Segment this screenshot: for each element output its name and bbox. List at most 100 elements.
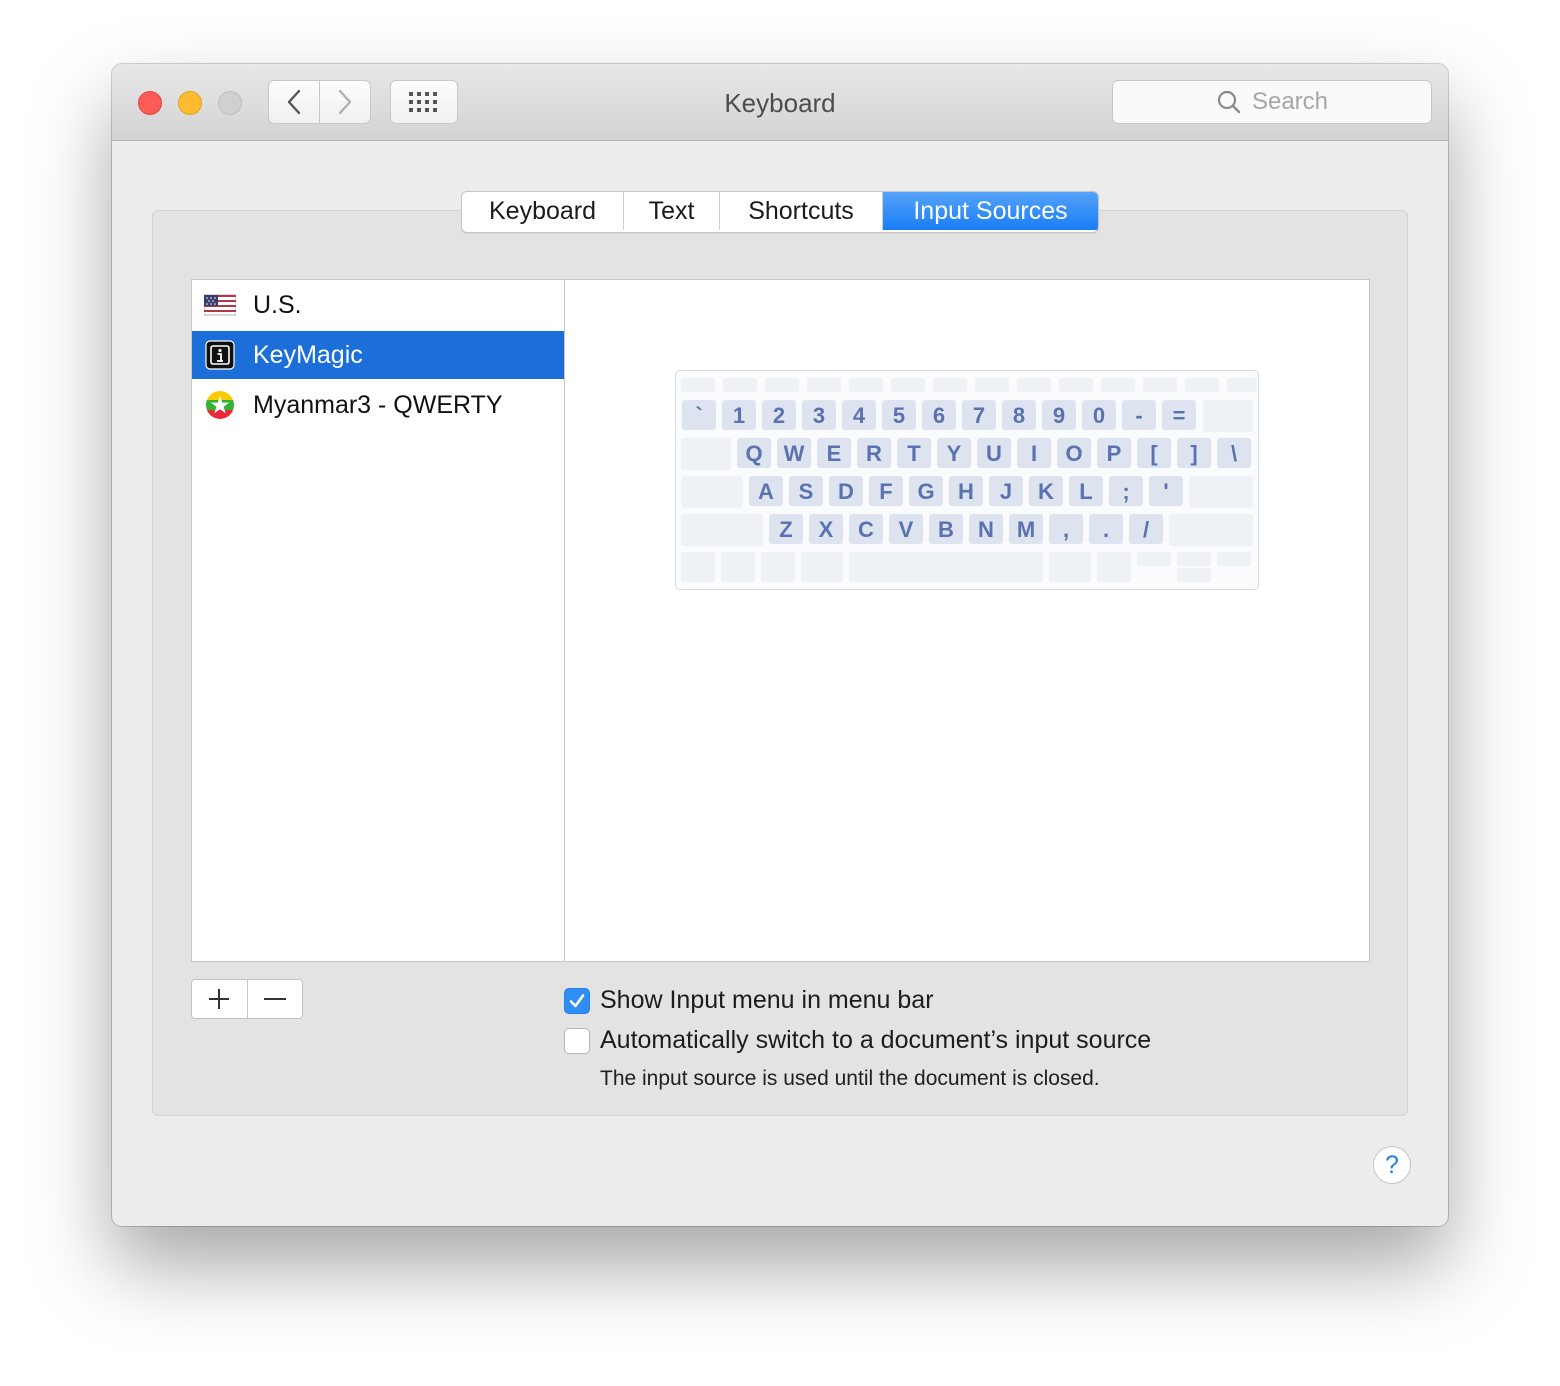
search-placeholder: Search xyxy=(1251,88,1329,115)
tab-keyboard[interactable]: Keyboard xyxy=(462,192,624,230)
key-label: C xyxy=(858,517,874,542)
arrow-left-key xyxy=(1137,552,1171,566)
key-label: / xyxy=(1143,517,1149,542)
checkmark-icon xyxy=(569,993,585,1007)
add-remove-control xyxy=(191,979,303,1019)
list-item-keymagic[interactable]: KeyMagic xyxy=(192,331,564,379)
search-field[interactable]: Search xyxy=(1112,80,1432,124)
key-label: W xyxy=(784,441,805,466)
show-input-menu-option[interactable]: Show Input menu in menu bar xyxy=(564,986,934,1015)
add-input-source-button[interactable] xyxy=(192,980,248,1018)
auto-switch-option[interactable]: Automatically switch to a document’s inp… xyxy=(564,1026,1151,1055)
auto-switch-checkbox[interactable] xyxy=(564,1027,590,1054)
key-label: 6 xyxy=(933,403,945,428)
key-label: R xyxy=(866,441,882,466)
modifier-key xyxy=(681,514,763,546)
key-label: I xyxy=(1031,441,1037,466)
key-label: ' xyxy=(1163,479,1168,504)
key-label: X xyxy=(819,517,834,542)
input-sources-list: U.S. KeyMagic Myanmar3 - QWERTY xyxy=(191,279,565,962)
tab-text[interactable]: Text xyxy=(624,192,720,230)
myanmar-flag-icon xyxy=(206,391,234,419)
function-key xyxy=(1185,378,1219,392)
search-icon xyxy=(1217,90,1241,114)
us-flag-icon xyxy=(204,294,236,316)
keyboard-layout-svg: ` 1 2 3 4 5 6 7 8 9 0 - = Q W E R T Y U I O P [] \ A S D F G H J K L; ' Z X C… xyxy=(675,370,1259,590)
modifier-key xyxy=(1203,400,1253,432)
modifier-key xyxy=(681,438,731,470)
function-key xyxy=(1059,378,1093,392)
function-key xyxy=(681,378,715,392)
modifier-key xyxy=(681,476,743,508)
arrow-down-key xyxy=(1177,568,1211,582)
function-key xyxy=(1017,378,1051,392)
key-label: 0 xyxy=(1093,403,1105,428)
arrow-right-key xyxy=(1217,552,1251,566)
key-label: = xyxy=(1173,403,1186,428)
key-label: ` xyxy=(695,403,702,428)
minus-icon xyxy=(263,998,286,1000)
tab-input-sources[interactable]: Input Sources xyxy=(883,192,1098,230)
list-item-label: U.S. xyxy=(253,291,302,319)
key-label: S xyxy=(799,479,814,504)
key-label: 2 xyxy=(773,403,785,428)
function-key xyxy=(1227,378,1257,392)
key-label: T xyxy=(907,441,921,466)
key-label: 9 xyxy=(1053,403,1065,428)
command-key xyxy=(801,552,843,582)
key-label: A xyxy=(758,479,774,504)
auto-switch-note: The input source is used until the docum… xyxy=(600,1067,1100,1090)
keyboard-preferences-window: Keyboard Search Keyboard Text Shortcuts … xyxy=(112,64,1448,1226)
key-label: O xyxy=(1065,441,1082,466)
key-label: D xyxy=(838,479,854,504)
auto-switch-label: Automatically switch to a document’s inp… xyxy=(600,1026,1152,1054)
key-label: Y xyxy=(947,441,962,466)
keymagic-icon xyxy=(205,340,235,370)
tab-bar: Keyboard Text Shortcuts Input Sources xyxy=(461,191,1099,233)
function-key xyxy=(849,378,883,392)
function-key xyxy=(1101,378,1135,392)
help-button[interactable]: ? xyxy=(1373,1146,1411,1184)
key-label: 4 xyxy=(853,403,866,428)
key-label: - xyxy=(1135,403,1142,428)
modifier-key xyxy=(1189,476,1253,508)
key-label: ] xyxy=(1190,441,1197,466)
arrow-up-key xyxy=(1177,552,1211,566)
key-label: V xyxy=(899,517,914,542)
key-label: K xyxy=(1038,479,1054,504)
control-key xyxy=(721,552,755,582)
keyboard-layout-preview: ` 1 2 3 4 5 6 7 8 9 0 - = Q W E R T Y U I O P [] \ A S D F G H J K L; ' Z X C… xyxy=(564,279,1370,962)
key-label: E xyxy=(827,441,842,466)
function-key xyxy=(1143,378,1177,392)
list-item-myanmar3[interactable]: Myanmar3 - QWERTY xyxy=(192,381,564,429)
show-input-menu-checkbox[interactable] xyxy=(564,987,590,1014)
command-key xyxy=(1049,552,1091,582)
key-label: , xyxy=(1063,517,1069,542)
list-item-label: KeyMagic xyxy=(253,341,363,369)
key-label: P xyxy=(1107,441,1122,466)
key-label: 5 xyxy=(893,403,905,428)
function-key xyxy=(807,378,841,392)
modifier-key xyxy=(1169,514,1253,546)
function-key xyxy=(933,378,967,392)
key-label: B xyxy=(938,517,954,542)
show-input-menu-label: Show Input menu in menu bar xyxy=(600,986,934,1014)
option-key xyxy=(761,552,795,582)
list-item-label: Myanmar3 - QWERTY xyxy=(253,391,503,419)
key-label: ; xyxy=(1122,479,1129,504)
plus-icon xyxy=(209,989,230,1009)
key-label: . xyxy=(1103,517,1109,542)
space-bar xyxy=(849,552,1043,582)
key-label: G xyxy=(917,479,934,504)
key-label: 1 xyxy=(733,403,745,428)
key-label: \ xyxy=(1231,441,1237,466)
list-item-us[interactable]: U.S. xyxy=(192,281,564,329)
key-label: M xyxy=(1017,517,1035,542)
tab-shortcuts[interactable]: Shortcuts xyxy=(720,192,883,230)
keyboard-diagram: ` 1 2 3 4 5 6 7 8 9 0 - = Q W E R T Y U I O P [] \ A S D F G H J K L; ' Z X C… xyxy=(675,370,1259,590)
key-label: J xyxy=(1000,479,1012,504)
function-key xyxy=(975,378,1009,392)
key-label: U xyxy=(986,441,1002,466)
key-label: 8 xyxy=(1013,403,1025,428)
remove-input-source-button[interactable] xyxy=(248,980,303,1018)
